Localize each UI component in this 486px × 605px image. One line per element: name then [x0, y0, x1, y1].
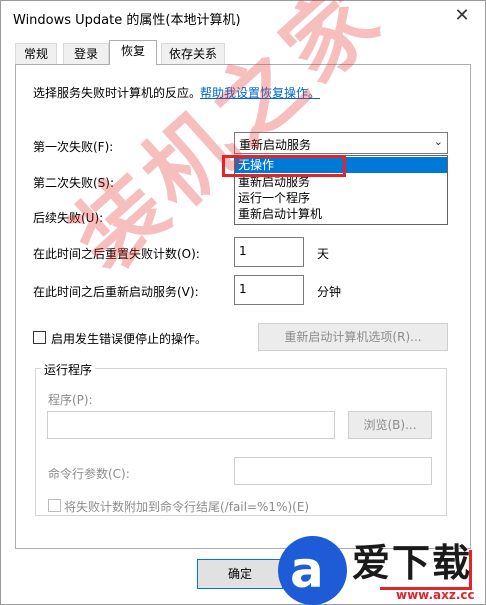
logo-name: 爱下载: [352, 541, 473, 585]
restart-computer-options-button[interactable]: 重新启动计算机选项(R)...: [258, 323, 448, 351]
reset-count-unit: 天: [317, 247, 330, 261]
chevron-down-icon: ⌄: [433, 135, 443, 148]
run-program-group: [35, 368, 447, 516]
window-title: Windows Update 的属性(本地计算机): [13, 13, 241, 28]
run-program-group-title: 运行程序: [41, 361, 96, 378]
site-logo: a 爱下载 www.axz.cc: [278, 536, 486, 605]
program-label: 程序(P):: [48, 393, 93, 407]
cmdline-label: 命令行参数(C):: [48, 467, 130, 481]
cmdline-input[interactable]: [234, 457, 432, 485]
restart-service-label: 在此时间之后重新启动服务(V):: [33, 285, 199, 299]
option-restart-computer[interactable]: 重新启动计算机: [235, 206, 447, 222]
append-fail-count-checkbox[interactable]: [48, 499, 61, 512]
reset-count-input[interactable]: 1: [234, 237, 304, 267]
browse-button[interactable]: 浏览(B)...: [348, 411, 432, 439]
tab-general[interactable]: 常规: [15, 43, 57, 65]
close-icon[interactable]: ✕: [449, 3, 475, 29]
restart-service-unit: 分钟: [317, 285, 342, 299]
logo-letter: a: [290, 541, 324, 599]
tab-recovery[interactable]: 恢复: [109, 40, 157, 65]
logo-url: www.axz.cc: [396, 588, 475, 602]
ok-button[interactable]: 确定: [197, 559, 283, 589]
program-input[interactable]: [47, 411, 335, 439]
restart-service-input[interactable]: 1: [234, 275, 304, 305]
append-fail-count-label: 将失败计数附加到命令行结尾(/fail=%1%)(E): [64, 500, 310, 514]
option-run-program[interactable]: 运行一个程序: [235, 190, 447, 206]
stop-with-errors-label: 启用发生错误便停止的操作。: [51, 332, 208, 346]
tab-logon[interactable]: 登录: [63, 43, 109, 65]
stop-with-errors-checkbox[interactable]: [33, 331, 46, 344]
